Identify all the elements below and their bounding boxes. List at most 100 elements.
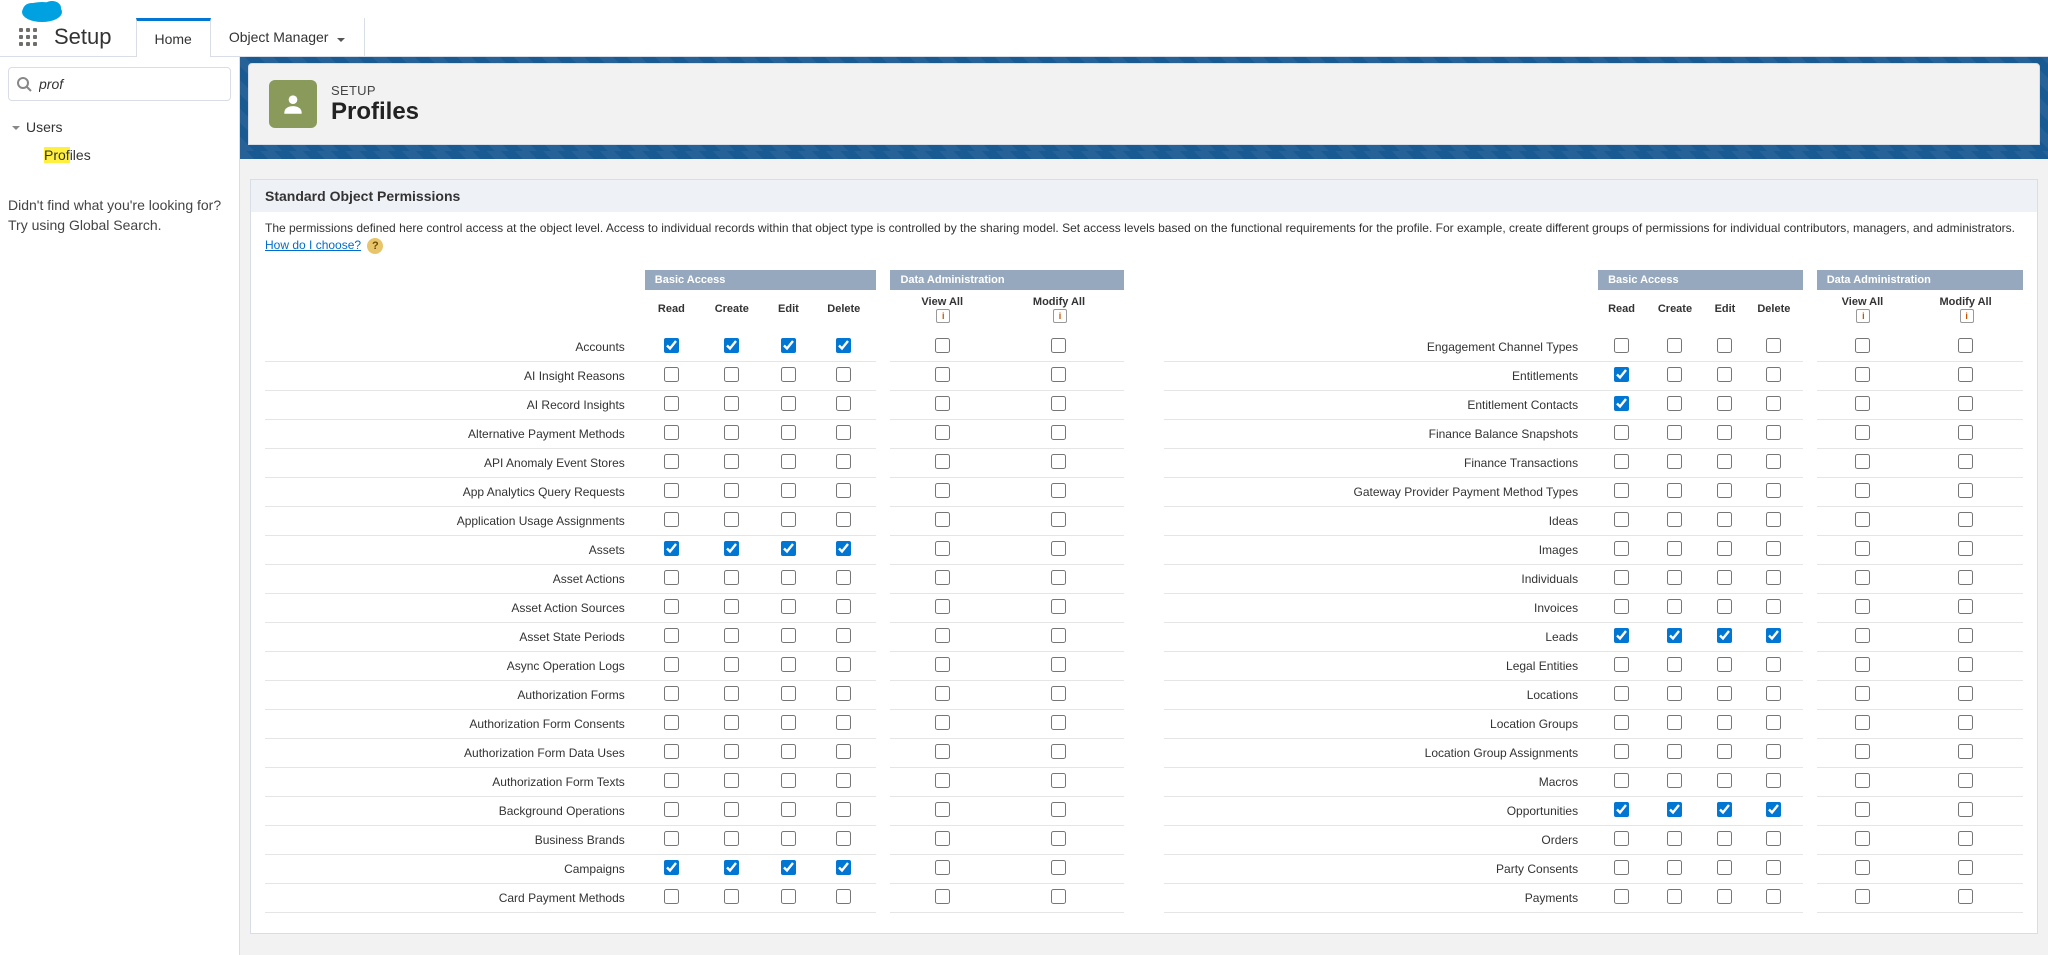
perm-checkbox[interactable] (1667, 686, 1682, 701)
perm-checkbox[interactable] (781, 657, 796, 672)
perm-checkbox[interactable] (1667, 338, 1682, 353)
perm-checkbox[interactable] (1855, 599, 1870, 614)
perm-checkbox[interactable] (1051, 889, 1066, 904)
perm-checkbox[interactable] (664, 338, 679, 353)
quick-find-input[interactable] (8, 67, 231, 101)
perm-checkbox[interactable] (1051, 396, 1066, 411)
perm-checkbox[interactable] (1667, 396, 1682, 411)
perm-checkbox[interactable] (1614, 425, 1629, 440)
perm-checkbox[interactable] (781, 396, 796, 411)
perm-checkbox[interactable] (935, 860, 950, 875)
perm-checkbox[interactable] (724, 454, 739, 469)
perm-checkbox[interactable] (1051, 483, 1066, 498)
perm-checkbox[interactable] (724, 483, 739, 498)
perm-checkbox[interactable] (1614, 628, 1629, 643)
perm-checkbox[interactable] (935, 686, 950, 701)
perm-checkbox[interactable] (1717, 512, 1732, 527)
perm-checkbox[interactable] (781, 831, 796, 846)
perm-checkbox[interactable] (1667, 860, 1682, 875)
perm-checkbox[interactable] (836, 396, 851, 411)
perm-checkbox[interactable] (664, 802, 679, 817)
perm-checkbox[interactable] (724, 599, 739, 614)
perm-checkbox[interactable] (1717, 628, 1732, 643)
perm-checkbox[interactable] (1051, 715, 1066, 730)
perm-checkbox[interactable] (935, 657, 950, 672)
perm-checkbox[interactable] (781, 744, 796, 759)
perm-checkbox[interactable] (1717, 396, 1732, 411)
perm-checkbox[interactable] (935, 628, 950, 643)
perm-checkbox[interactable] (1614, 454, 1629, 469)
perm-checkbox[interactable] (664, 541, 679, 556)
perm-checkbox[interactable] (724, 425, 739, 440)
perm-checkbox[interactable] (664, 570, 679, 585)
perm-checkbox[interactable] (836, 599, 851, 614)
perm-checkbox[interactable] (1766, 512, 1781, 527)
perm-checkbox[interactable] (836, 512, 851, 527)
perm-checkbox[interactable] (1766, 715, 1781, 730)
perm-checkbox[interactable] (935, 802, 950, 817)
perm-checkbox[interactable] (1855, 367, 1870, 382)
perm-checkbox[interactable] (1958, 686, 1973, 701)
perm-checkbox[interactable] (781, 512, 796, 527)
perm-checkbox[interactable] (1667, 831, 1682, 846)
perm-checkbox[interactable] (935, 889, 950, 904)
perm-checkbox[interactable] (1051, 686, 1066, 701)
perm-checkbox[interactable] (1766, 367, 1781, 382)
perm-checkbox[interactable] (781, 367, 796, 382)
perm-checkbox[interactable] (836, 483, 851, 498)
perm-checkbox[interactable] (1855, 802, 1870, 817)
perm-checkbox[interactable] (1766, 425, 1781, 440)
perm-checkbox[interactable] (1667, 628, 1682, 643)
tree-node-users[interactable]: Users (8, 115, 231, 139)
perm-checkbox[interactable] (1855, 686, 1870, 701)
perm-checkbox[interactable] (1614, 889, 1629, 904)
perm-checkbox[interactable] (1614, 860, 1629, 875)
perm-checkbox[interactable] (1855, 889, 1870, 904)
perm-checkbox[interactable] (724, 628, 739, 643)
perm-checkbox[interactable] (1958, 744, 1973, 759)
perm-checkbox[interactable] (1051, 338, 1066, 353)
perm-checkbox[interactable] (1667, 425, 1682, 440)
perm-checkbox[interactable] (1614, 744, 1629, 759)
perm-checkbox[interactable] (1051, 744, 1066, 759)
perm-checkbox[interactable] (781, 773, 796, 788)
perm-checkbox[interactable] (781, 338, 796, 353)
info-icon[interactable]: i (1856, 309, 1870, 323)
perm-checkbox[interactable] (1614, 831, 1629, 846)
perm-checkbox[interactable] (1614, 599, 1629, 614)
perm-checkbox[interactable] (1958, 570, 1973, 585)
perm-checkbox[interactable] (1614, 541, 1629, 556)
perm-checkbox[interactable] (1051, 512, 1066, 527)
perm-checkbox[interactable] (1855, 628, 1870, 643)
perm-checkbox[interactable] (1766, 657, 1781, 672)
perm-checkbox[interactable] (935, 396, 950, 411)
perm-checkbox[interactable] (836, 367, 851, 382)
perm-checkbox[interactable] (1958, 773, 1973, 788)
perm-checkbox[interactable] (1855, 715, 1870, 730)
perm-checkbox[interactable] (1614, 570, 1629, 585)
perm-checkbox[interactable] (836, 744, 851, 759)
perm-checkbox[interactable] (836, 831, 851, 846)
perm-checkbox[interactable] (935, 425, 950, 440)
perm-checkbox[interactable] (1855, 657, 1870, 672)
perm-checkbox[interactable] (935, 338, 950, 353)
perm-checkbox[interactable] (1051, 860, 1066, 875)
perm-checkbox[interactable] (1855, 570, 1870, 585)
perm-checkbox[interactable] (836, 715, 851, 730)
perm-checkbox[interactable] (1958, 628, 1973, 643)
nav-tab-home[interactable]: Home (136, 18, 211, 57)
perm-checkbox[interactable] (1766, 773, 1781, 788)
info-icon[interactable]: i (1960, 309, 1974, 323)
perm-checkbox[interactable] (1958, 367, 1973, 382)
info-icon[interactable]: i (936, 309, 950, 323)
perm-checkbox[interactable] (781, 715, 796, 730)
perm-checkbox[interactable] (1766, 802, 1781, 817)
perm-checkbox[interactable] (724, 773, 739, 788)
perm-checkbox[interactable] (1855, 483, 1870, 498)
perm-checkbox[interactable] (1855, 425, 1870, 440)
perm-checkbox[interactable] (1051, 599, 1066, 614)
perm-checkbox[interactable] (1051, 802, 1066, 817)
perm-checkbox[interactable] (1051, 628, 1066, 643)
perm-checkbox[interactable] (1717, 338, 1732, 353)
perm-checkbox[interactable] (781, 454, 796, 469)
